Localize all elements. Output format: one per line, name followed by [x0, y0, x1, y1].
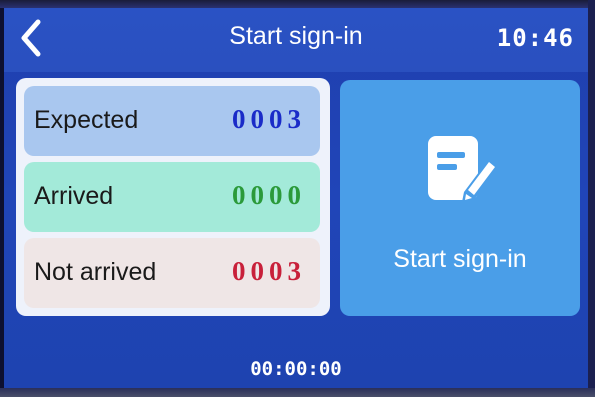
stats-panel: Expected 0003 Arrived 0000 Not arrived 0…	[16, 78, 330, 316]
stat-label-not-arrived: Not arrived	[34, 258, 157, 286]
stat-row-arrived: Arrived 0000	[24, 162, 320, 232]
stat-value-not-arrived: 0003	[232, 256, 306, 286]
device-bezel-bottom	[0, 388, 595, 397]
stat-value-arrived: 0000	[232, 180, 306, 210]
device-bezel-right	[588, 0, 595, 397]
stat-row-expected: Expected 0003	[24, 86, 320, 156]
start-sign-in-label: Start sign-in	[393, 245, 527, 273]
stat-value-expected: 0003	[232, 104, 306, 134]
elapsed-timer: 00:00:00	[250, 358, 342, 380]
header-bar: Start sign-in 10:46	[4, 8, 588, 72]
start-sign-in-button[interactable]: Start sign-in	[340, 80, 580, 316]
stat-label-expected: Expected	[34, 106, 139, 134]
stat-label-arrived: Arrived	[34, 182, 114, 210]
stat-row-not-arrived: Not arrived 0003	[24, 238, 320, 308]
screen: Start sign-in 10:46 Expected 0003 Arrive…	[4, 8, 588, 388]
clock: 10:46	[496, 24, 574, 52]
edit-document-icon	[428, 136, 498, 202]
device-bezel-top	[0, 0, 595, 8]
